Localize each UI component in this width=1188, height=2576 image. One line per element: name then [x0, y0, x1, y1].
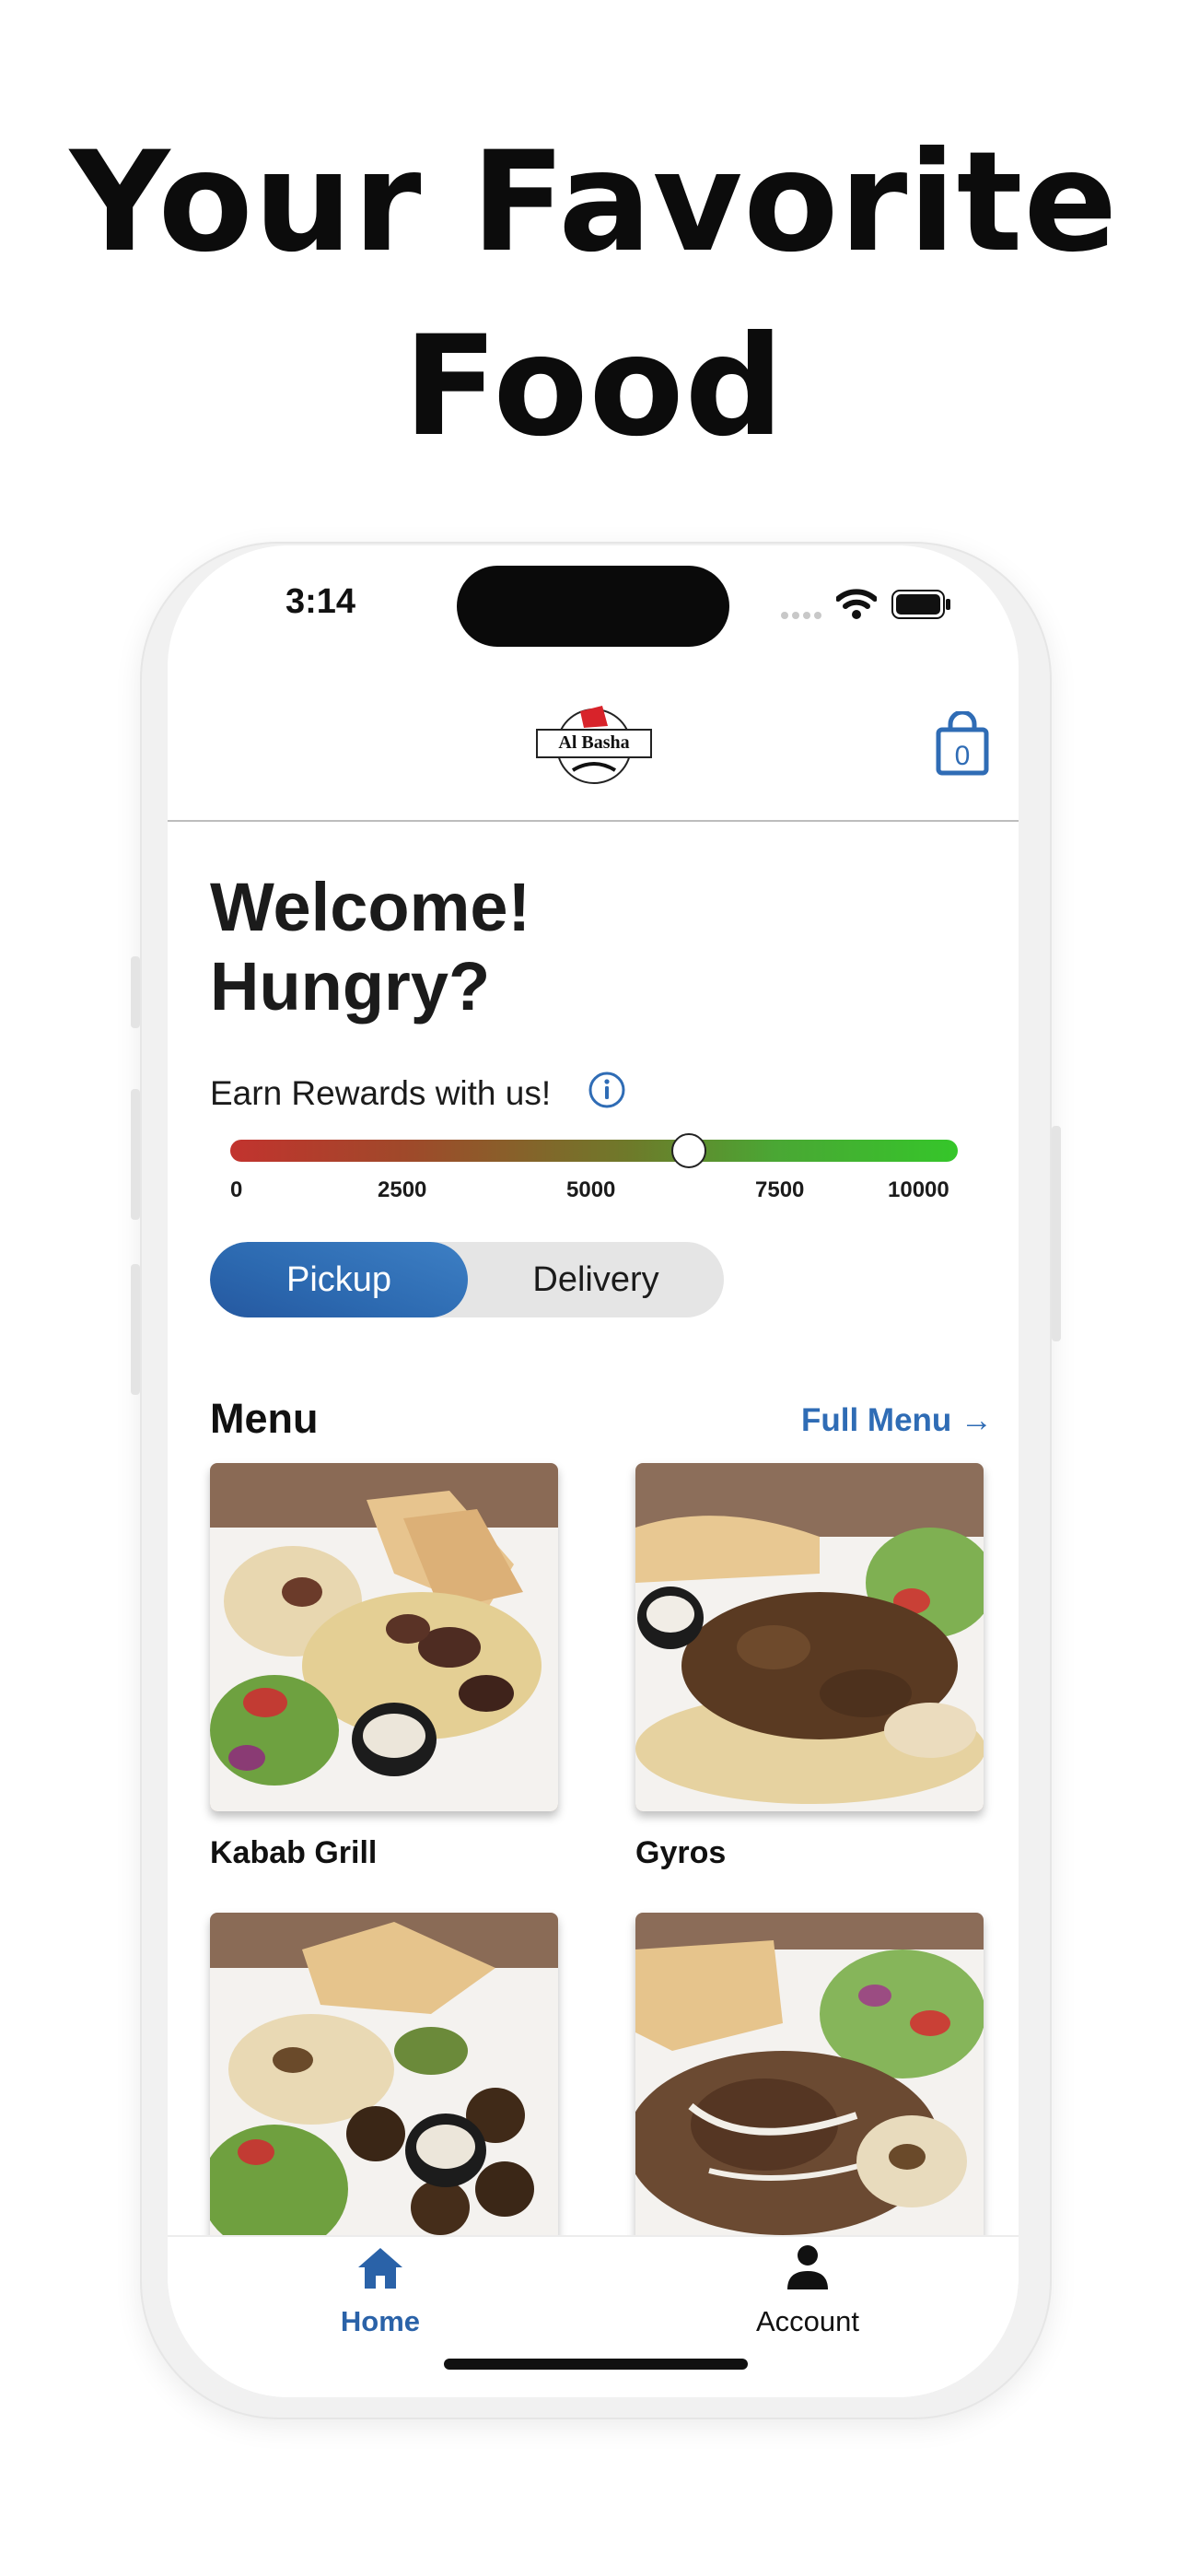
volume-down-button	[131, 1264, 140, 1395]
mute-switch	[131, 956, 140, 1028]
menu-item-shawarma-plate[interactable]	[635, 1913, 984, 2261]
menu-section-title: Menu	[210, 1395, 319, 1442]
rewards-label: Earn Rewards with us!	[210, 1074, 552, 1112]
welcome-heading: Welcome! Hungry?	[210, 868, 763, 1026]
rewards-slider-knob[interactable]	[670, 1133, 706, 1168]
welcome-line-2: Hungry?	[210, 948, 491, 1025]
rewards-tick-0: 0	[230, 1177, 243, 1202]
delivery-option[interactable]: Delivery	[468, 1242, 724, 1317]
rewards-tick-2500: 2500	[378, 1177, 427, 1202]
pickup-option[interactable]: Pickup	[210, 1242, 468, 1317]
rewards-slider-track	[230, 1140, 958, 1162]
menu-item-label[interactable]: Kabab Grill	[210, 1835, 377, 1871]
headline-line-1: Your Favorite	[69, 123, 1119, 283]
header-divider	[168, 820, 1019, 822]
account-icon[interactable]	[785, 2243, 831, 2291]
status-time: 3:14	[285, 582, 356, 621]
menu-item-kabab-grill[interactable]	[210, 1463, 558, 1811]
power-button	[1052, 1126, 1061, 1341]
rewards-tick-5000: 5000	[566, 1177, 616, 1202]
kabab-grill-photo	[210, 1463, 558, 1811]
shawarma-plate-photo	[635, 1913, 984, 2261]
menu-item-gyros[interactable]	[635, 1463, 984, 1811]
app-screen: 3:14 Al Basha 0 Welcome! Hungry? Earn Re…	[168, 545, 1019, 2397]
rewards-tick-7500: 7500	[755, 1177, 805, 1202]
order-mode-toggle: Pickup Delivery	[210, 1242, 724, 1317]
info-icon[interactable]	[588, 1071, 626, 1109]
menu-item-label[interactable]: Gyros	[635, 1835, 726, 1871]
volume-up-button	[131, 1089, 140, 1220]
battery-icon	[891, 590, 950, 619]
tab-account[interactable]: Account	[713, 2305, 903, 2338]
svg-text:Al Basha: Al Basha	[558, 732, 629, 753]
menu-item-falafel-plate[interactable]	[210, 1913, 558, 2261]
rewards-tick-10000: 10000	[888, 1177, 949, 1202]
gyros-photo	[635, 1463, 984, 1811]
wifi-icon	[836, 589, 877, 619]
dynamic-island	[457, 566, 729, 647]
al-basha-logo: Al Basha	[536, 706, 652, 784]
cellular-signal-icon	[781, 612, 821, 619]
marketing-headline: Your Favorite Food	[0, 111, 1188, 479]
falafel-plate-photo	[210, 1913, 558, 2261]
full-menu-link[interactable]: Full Menu →	[801, 1402, 993, 1439]
welcome-line-1: Welcome!	[210, 869, 531, 945]
headline-line-2: Food	[403, 307, 785, 467]
cart-count[interactable]: 0	[936, 741, 989, 772]
home-indicator	[444, 2359, 748, 2370]
home-icon[interactable]	[355, 2245, 405, 2291]
tab-home[interactable]: Home	[297, 2305, 464, 2338]
